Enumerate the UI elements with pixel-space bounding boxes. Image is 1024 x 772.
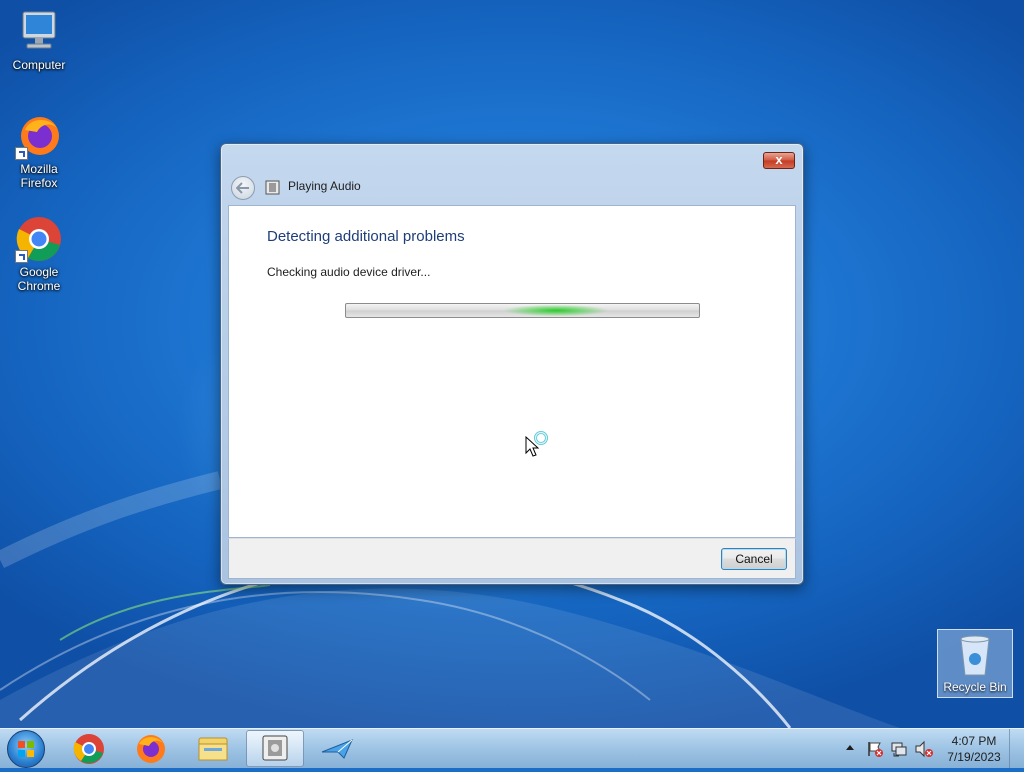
recycle-bin-icon bbox=[960, 635, 990, 676]
chrome-icon bbox=[73, 734, 104, 764]
computer-icon bbox=[15, 8, 63, 56]
desktop-icon-computer[interactable]: Computer bbox=[1, 8, 77, 72]
shortcut-arrow-icon bbox=[15, 250, 28, 263]
busy-cursor-icon bbox=[525, 431, 548, 457]
network-icon[interactable] bbox=[890, 740, 908, 758]
recycle-bin-label: Recycle Bin bbox=[943, 680, 1007, 694]
close-icon: x bbox=[775, 152, 783, 167]
window-title: Playing Audio bbox=[288, 179, 361, 193]
back-button[interactable] bbox=[231, 176, 255, 200]
action-center-flag-icon[interactable] bbox=[866, 740, 884, 758]
page-heading: Detecting additional problems bbox=[267, 228, 465, 245]
start-button[interactable] bbox=[7, 730, 45, 768]
troubleshooter-icon bbox=[265, 180, 280, 195]
cancel-button[interactable]: Cancel bbox=[721, 548, 787, 570]
troubleshooter-icon bbox=[262, 735, 288, 761]
desktop-icon-label: Computer bbox=[12, 58, 66, 72]
progress-bar bbox=[345, 303, 700, 318]
app-icon bbox=[321, 739, 353, 759]
clock-date: 7/19/2023 bbox=[947, 750, 1001, 764]
dialog-footer: Cancel bbox=[228, 538, 796, 579]
dialog-content: Detecting additional problems Checking a… bbox=[228, 205, 796, 538]
firefox-icon bbox=[15, 112, 63, 160]
taskbar-troubleshooter[interactable] bbox=[246, 730, 304, 767]
back-arrow-icon bbox=[236, 182, 249, 194]
show-desktop-button[interactable] bbox=[1009, 729, 1024, 768]
start-orb-icon bbox=[18, 741, 34, 757]
status-text: Checking audio device driver... bbox=[267, 265, 431, 279]
chrome-icon bbox=[15, 215, 63, 263]
desktop-icon-firefox[interactable]: Mozilla Firefox bbox=[1, 112, 77, 190]
shortcut-arrow-icon bbox=[15, 147, 28, 160]
desktop-icon-recycle-bin[interactable]: Recycle Bin bbox=[937, 629, 1013, 698]
volume-muted-icon[interactable] bbox=[914, 740, 934, 758]
desktop-icon-label: Mozilla Firefox bbox=[20, 162, 58, 190]
system-clock[interactable]: 4:07 PM 7/19/2023 bbox=[940, 733, 1008, 765]
desktop-icon-label: Google Chrome bbox=[17, 265, 61, 293]
taskbar-chrome[interactable] bbox=[60, 730, 118, 767]
troubleshooter-dialog: x Playing Audio Detecting additional pro… bbox=[220, 143, 804, 585]
taskbar-app[interactable] bbox=[308, 730, 366, 767]
clock-time: 4:07 PM bbox=[951, 734, 997, 748]
taskbar-file-explorer[interactable] bbox=[184, 730, 242, 767]
file-explorer-icon bbox=[198, 737, 228, 761]
show-hidden-icons-icon[interactable] bbox=[845, 743, 855, 751]
taskbar: 4:07 PM 7/19/2023 bbox=[0, 728, 1024, 768]
progress-marquee bbox=[486, 304, 626, 317]
desktop-icon-chrome[interactable]: Google Chrome bbox=[1, 215, 77, 293]
taskbar-firefox[interactable] bbox=[122, 730, 180, 767]
close-button[interactable]: x bbox=[763, 152, 795, 169]
firefox-icon bbox=[137, 735, 165, 763]
